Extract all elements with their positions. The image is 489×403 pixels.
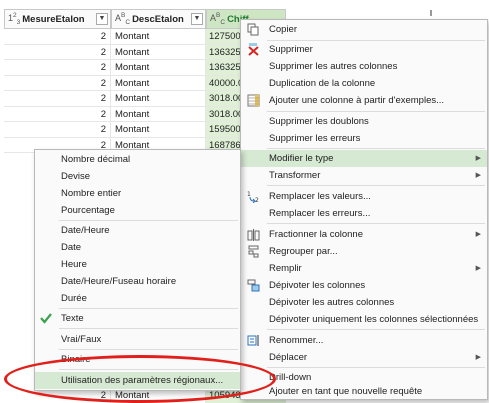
svg-text:2: 2 [255,197,259,203]
svg-text:1: 1 [247,191,251,198]
type-datetime[interactable]: Date/Heure [35,222,240,239]
menu-item-add-column-from-examples[interactable]: Ajouter une colonne à partir d'exemples.… [241,92,487,109]
menu-item-copy[interactable]: Copier [241,21,487,38]
menu-item-rename[interactable]: Renommer... [241,332,487,349]
group-by-icon [246,245,260,258]
cell-desc[interactable]: Montant [111,75,206,90]
menu-item-group-by[interactable]: Regrouper par... [241,243,487,260]
unpivot-icon [246,279,260,292]
number-type-icon[interactable]: 123 [8,12,20,26]
cell-desc[interactable]: Montant [111,91,206,106]
rename-icon [246,334,260,347]
separator [267,148,485,149]
menu-item-unpivot-only-selected[interactable]: Dépivoter uniquement les colonnes sélect… [241,311,487,328]
separator [267,223,485,224]
menu-item-fill[interactable]: Remplir ▶ [241,260,487,277]
replace-values-icon: 12 [246,190,260,204]
type-duration[interactable]: Durée [35,290,240,307]
column-context-menu: Copier Supprimer Supprimer les autres co… [240,19,488,400]
cell-desc[interactable]: Montant [111,122,206,137]
type-datetimezone[interactable]: Date/Heure/Fuseau horaire [35,273,240,290]
copy-icon [246,23,260,36]
separator [267,111,485,112]
column-header-descetalon[interactable]: ABC DescEtalon ▼ [111,9,206,29]
cell-mesure[interactable]: 2 [4,75,111,90]
menu-item-remove[interactable]: Supprimer [241,41,487,58]
submenu-arrow-icon: ▶ [475,155,481,162]
menu-item-transform[interactable]: Transformer ▶ [241,167,487,184]
split-column-icon [246,228,260,241]
menu-item-change-type[interactable]: Modifier le type ▶ [241,150,487,167]
cell-mesure[interactable]: 2 [4,106,111,121]
menu-item-duplicate-column[interactable]: Duplication de la colonne [241,75,487,92]
separator [267,185,485,186]
separator [59,349,238,350]
remove-icon [246,43,260,56]
submenu-arrow-icon: ▶ [475,265,481,272]
type-text[interactable]: Texte [35,310,240,327]
type-whole-number[interactable]: Nombre entier [35,185,240,202]
text-type-icon[interactable]: ABC [210,12,225,26]
filter-dropdown-button[interactable]: ▼ [191,13,203,25]
menu-item-split-column[interactable]: Fractionner la colonne ▶ [241,226,487,243]
type-true-false[interactable]: Vrai/Faux [35,331,240,348]
type-date[interactable]: Date [35,239,240,256]
cell-desc[interactable]: Montant [111,60,206,75]
cell-mesure[interactable]: 2 [4,44,111,59]
cell-mesure[interactable]: 2 [4,60,111,75]
menu-item-unpivot-other-columns[interactable]: Dépivoter les autres colonnes [241,294,487,311]
column-from-examples-icon [246,94,260,107]
type-percentage[interactable]: Pourcentage [35,202,240,219]
menu-item-remove-other-columns[interactable]: Supprimer les autres colonnes [241,58,487,75]
column-name: DescEtalon [132,13,184,25]
filter-dropdown-button[interactable]: ▼ [96,13,108,25]
separator [59,308,238,309]
column-name: MesureEtalon [22,13,85,25]
separator [267,367,485,368]
menu-item-add-as-new-query[interactable]: Ajouter en tant que nouvelle requête [241,383,487,400]
column-header-mesureetalon[interactable]: 123 MesureEtalon ▼ [4,9,111,29]
cell-mesure[interactable]: 2 [4,122,111,137]
submenu-arrow-icon: ▶ [475,231,481,238]
annotation-circle [4,355,276,403]
menu-item-move[interactable]: Déplacer ▶ [241,349,487,366]
cell-mesure[interactable]: 2 [4,29,111,44]
menu-item-replace-values[interactable]: 12 Remplacer les valeurs... [241,188,487,205]
text-type-icon[interactable]: ABC [115,12,130,26]
submenu-arrow-icon: ▶ [475,354,481,361]
separator [267,329,485,330]
caret-mark [430,10,432,16]
menu-item-remove-duplicates[interactable]: Supprimer les doublons [241,113,487,130]
menu-item-remove-errors[interactable]: Supprimer les erreurs [241,130,487,147]
checkmark-icon [39,311,53,325]
menu-item-unpivot-columns[interactable]: Dépivoter les colonnes [241,277,487,294]
separator [59,328,238,329]
submenu-arrow-icon: ▶ [475,172,481,179]
cell-desc[interactable]: Montant [111,44,206,59]
type-currency[interactable]: Devise [35,168,240,185]
menu-item-replace-errors[interactable]: Remplacer les erreurs... [241,205,487,222]
cell-desc[interactable]: Montant [111,106,206,121]
separator [59,220,238,221]
type-decimal[interactable]: Nombre décimal [35,151,240,168]
cell-desc[interactable]: Montant [111,29,206,44]
cell-mesure[interactable]: 2 [4,91,111,106]
type-time[interactable]: Heure [35,256,240,273]
